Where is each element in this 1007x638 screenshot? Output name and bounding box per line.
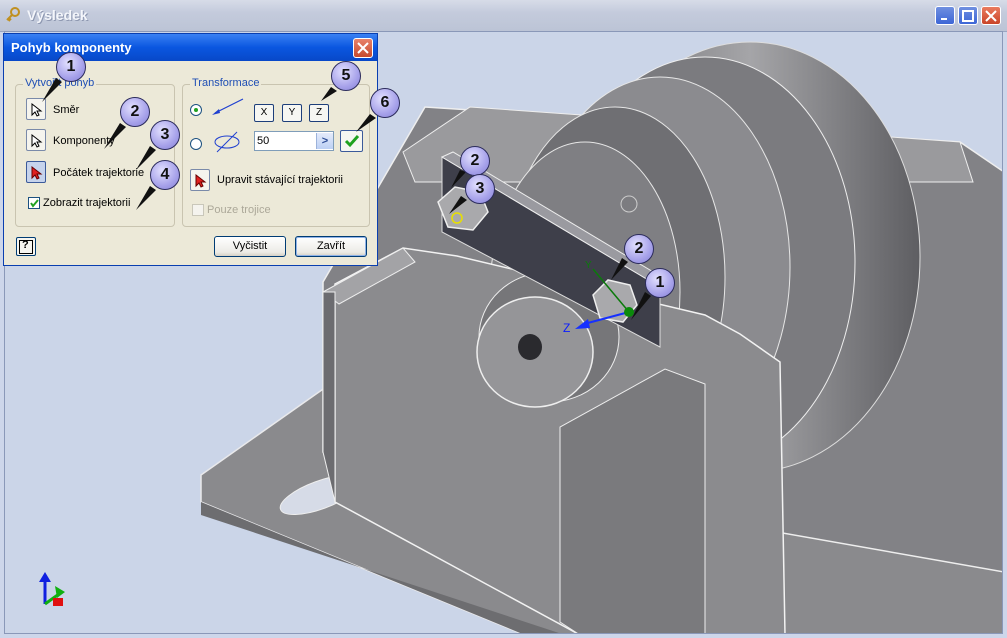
minimize-icon	[941, 18, 947, 20]
distance-input[interactable]	[257, 133, 313, 149]
distance-input-field[interactable]: >	[254, 131, 334, 151]
callout-2-components: 2	[104, 97, 150, 149]
triad-only-checkbox[interactable]	[192, 204, 204, 216]
window-close-button[interactable]	[981, 6, 1001, 25]
cursor-arrow-red-icon	[31, 166, 43, 180]
callout-6-apply: 6	[356, 88, 400, 132]
rotation-icon	[214, 131, 240, 153]
close-button[interactable]: Zavřít	[295, 236, 367, 257]
triad-y-label: Y	[585, 260, 592, 271]
cursor-arrow-red-icon	[195, 174, 207, 188]
edit-path-label: Upravit stávající trajektorii	[217, 174, 343, 186]
checkmark-icon	[30, 199, 39, 208]
triad-z-label: Z	[563, 321, 570, 335]
linear-mode-radio[interactable]	[190, 104, 202, 116]
close-icon	[357, 42, 369, 54]
close-icon	[985, 10, 997, 22]
callout-5-axis-z: 5	[321, 61, 361, 101]
app-key-icon	[5, 7, 21, 23]
linear-arrow-icon	[212, 98, 244, 115]
help-button[interactable]: ?	[16, 237, 36, 256]
show-path-checkbox[interactable]	[28, 197, 40, 209]
axis-x-button[interactable]: X	[254, 104, 274, 122]
show-path-label: Zobrazit trajektorii	[43, 197, 131, 209]
callout-1-triad: 1	[631, 268, 675, 320]
components-select-button[interactable]	[26, 129, 46, 151]
callout-4-show-path: 4	[136, 160, 180, 210]
maximize-button[interactable]	[958, 6, 978, 25]
clear-button[interactable]: Vyčistit	[214, 236, 286, 257]
callout-2-bar: 2	[451, 146, 490, 188]
path-start-label: Počátek trajektorie	[53, 167, 145, 179]
triad-only-label: Pouze trojice	[207, 204, 271, 216]
callout-3-bolt: 3	[449, 174, 495, 214]
window-title: Výsledek	[27, 7, 88, 23]
cursor-arrow-icon	[31, 134, 43, 148]
callout-1-direction: 1	[42, 52, 86, 102]
transform-legend: Transformace	[190, 77, 262, 89]
maximize-icon	[962, 10, 974, 22]
window-titlebar[interactable]: Výsledek	[0, 0, 1007, 32]
callout-2-bolt-right: 2	[611, 234, 654, 280]
rotation-mode-radio[interactable]	[190, 138, 202, 150]
help-label: ?	[22, 239, 29, 251]
callout-3-path-start: 3	[136, 120, 180, 170]
main-window: Výsledek Z Y 2 3 2 1 Pohyb komponenty Vy…	[0, 0, 1007, 638]
dialog-close-button[interactable]	[353, 38, 373, 58]
axis-y-button[interactable]: Y	[282, 104, 302, 122]
path-start-select-button[interactable]	[26, 161, 46, 183]
view-orientation-triad[interactable]	[39, 572, 65, 606]
edit-path-button[interactable]	[190, 169, 210, 191]
minimize-button[interactable]	[935, 6, 955, 25]
spin-arrow-button[interactable]: >	[316, 133, 333, 149]
